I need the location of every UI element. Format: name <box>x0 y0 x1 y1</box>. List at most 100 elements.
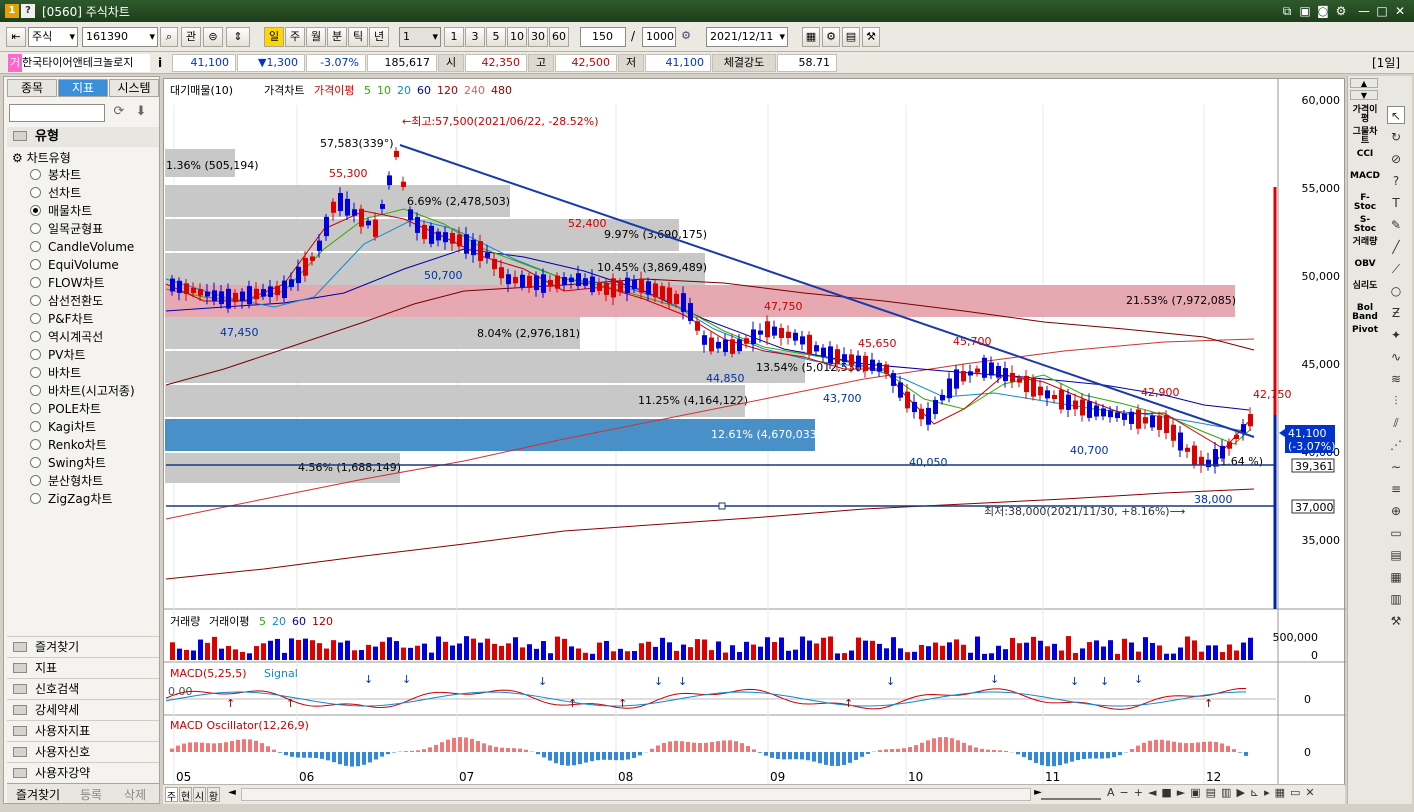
folder-item[interactable]: 사용자신호 <box>7 741 159 761</box>
stock-chart-svg[interactable]: 대기매물(10) 가격차트 가격이평 5 10 20 60 120 240 48060,00055… <box>164 79 1346 803</box>
quick-10-button[interactable]: 10 <box>507 27 527 47</box>
tab-favorites[interactable]: 즐겨찾기 <box>9 786 67 803</box>
chart-type-option[interactable]: 역시계곡선 <box>30 328 170 346</box>
erase-icon[interactable]: ⊘ <box>1387 150 1405 168</box>
camera-icon[interactable]: ◙ <box>1315 3 1331 19</box>
radio-icon[interactable] <box>30 277 41 288</box>
folder-item[interactable]: 사용자강약 <box>7 762 159 782</box>
count-input[interactable]: 150 <box>580 27 626 47</box>
gwan-button[interactable]: 관 <box>181 27 201 47</box>
period-week-button[interactable]: 주 <box>285 27 305 47</box>
pointer-icon[interactable]: ↖ <box>1387 106 1405 124</box>
chart-nav-icons[interactable]: A−+◄■►▣▤▥▶⊾▸▦▭✕ <box>1107 786 1343 803</box>
text-icon[interactable]: T <box>1387 194 1405 212</box>
date-select[interactable]: 2021/12/11 ▾ <box>706 27 788 47</box>
wave-icon[interactable]: ∿ <box>1387 348 1405 366</box>
settings-small-icon[interactable]: ⚙ <box>678 27 694 47</box>
chart-type-option[interactable]: Kagi차트 <box>30 418 170 436</box>
radio-icon[interactable] <box>30 187 41 198</box>
panel-icon[interactable]: ▥ <box>1387 590 1405 608</box>
chart-type-option[interactable]: EquiVolume <box>30 256 170 274</box>
tab-system[interactable]: 시스템 <box>109 79 159 97</box>
fan-icon[interactable]: ⋰ <box>1387 436 1405 454</box>
list-icon[interactable]: ▤ <box>1387 546 1405 564</box>
link-icon[interactable]: ⊜ <box>203 27 223 47</box>
scroll-left-icon[interactable]: ◄ <box>225 787 239 802</box>
period-tick-button[interactable]: 틱 <box>348 27 368 47</box>
table-icon[interactable]: ▦ <box>1387 568 1405 586</box>
tab-indicator[interactable]: 지표 <box>58 79 108 97</box>
bottom-tab-ju[interactable]: 주 <box>165 787 178 803</box>
scroll-up-icon[interactable]: ▲ <box>1350 78 1378 88</box>
quick-60-button[interactable]: 60 <box>549 27 569 47</box>
market-select[interactable]: 주식 ▾ <box>28 27 78 47</box>
quick-1-button[interactable]: 1 <box>444 27 464 47</box>
radio-icon[interactable] <box>30 439 41 450</box>
chart-type-option[interactable]: 선차트 <box>30 184 170 202</box>
chart-type-option[interactable]: 바차트 <box>30 364 170 382</box>
chart-type-option[interactable]: 봉차트 <box>30 166 170 184</box>
chart-type-option[interactable]: Swing차트 <box>30 454 170 472</box>
config-icon[interactable]: ⚙ <box>822 27 840 47</box>
bottom-tab-si[interactable]: 시 <box>193 787 206 803</box>
chart-area[interactable]: 대기매물(10) 가격차트 가격이평 5 10 20 60 120 240 480 60,000 55… <box>163 78 1346 803</box>
code-input[interactable]: 161390 ▾ <box>82 27 158 47</box>
target-icon[interactable]: ⊕ <box>1387 502 1405 520</box>
folder-item[interactable]: 지표 <box>7 657 159 677</box>
help-icon[interactable]: ? <box>1387 172 1405 190</box>
folder-item[interactable]: 신호검색 <box>7 678 159 698</box>
indicator-shortcut[interactable]: Bol Band <box>1350 304 1380 322</box>
box-icon[interactable]: ▭ <box>1387 524 1405 542</box>
chart-type-option[interactable]: FLOW차트 <box>30 274 170 292</box>
line-icon[interactable]: ╱ <box>1387 238 1405 256</box>
radio-icon[interactable] <box>30 457 41 468</box>
tools-icon[interactable]: ⚒ <box>862 27 880 47</box>
chart-type-option[interactable]: 매물차트 <box>30 202 170 220</box>
bottom-tab-hyeon[interactable]: 현 <box>179 787 192 803</box>
indicator-shortcut[interactable]: CCI <box>1350 150 1380 159</box>
radio-icon[interactable] <box>30 367 41 378</box>
radio-icon[interactable] <box>30 349 41 360</box>
quick-30-button[interactable]: 30 <box>528 27 548 47</box>
radio-icon[interactable] <box>30 169 41 180</box>
indicator-shortcut[interactable]: F-Stoc <box>1350 194 1380 212</box>
grid-icon[interactable]: ⫶ <box>1387 392 1405 410</box>
chart-type-option[interactable]: 바차트(시고저종) <box>30 382 170 400</box>
indicator-shortcut[interactable]: 그물차트 <box>1350 128 1380 146</box>
chart-setup-icon[interactable]: ▦ <box>802 27 820 47</box>
circle-icon[interactable]: ○ <box>1387 282 1405 300</box>
bottom-tab-hwang[interactable]: 황 <box>207 787 220 803</box>
radio-icon[interactable] <box>30 313 41 324</box>
chart-type-option[interactable]: CandleVolume <box>30 238 170 256</box>
download-icon[interactable]: ⬇ <box>132 104 150 122</box>
indicator-shortcut[interactable]: MACD <box>1350 172 1380 181</box>
chart-type-option[interactable]: PV차트 <box>30 346 170 364</box>
info-icon[interactable]: i <box>153 54 167 72</box>
period-month-button[interactable]: 월 <box>306 27 326 47</box>
folder-item[interactable]: 강세약세 <box>7 699 159 719</box>
star-icon[interactable]: ✦ <box>1387 326 1405 344</box>
maximize-icon[interactable]: □ <box>1374 3 1390 19</box>
quick-5-button[interactable]: 5 <box>486 27 506 47</box>
help-icon[interactable]: ? <box>21 4 35 18</box>
delete-button[interactable]: 삭제 <box>115 786 155 803</box>
total-input[interactable]: 1000 <box>642 27 676 47</box>
tools-icon[interactable]: ⚒ <box>1387 612 1405 630</box>
radio-icon[interactable] <box>30 331 41 342</box>
chart-type-option[interactable]: 일목균형표 <box>30 220 170 238</box>
folder-item[interactable]: 즐겨찾기 <box>7 636 159 656</box>
tree-root[interactable]: ⚙ 차트유형 <box>12 149 71 166</box>
minimize-icon[interactable]: — <box>1356 3 1372 19</box>
trend-icon[interactable]: ⟋ <box>1387 260 1405 278</box>
period-year-button[interactable]: 년 <box>369 27 389 47</box>
indicator-shortcut[interactable]: 심리도 <box>1350 282 1380 291</box>
lines-icon[interactable]: ≡ <box>1387 480 1405 498</box>
save-icon[interactable]: ▤ <box>842 27 860 47</box>
radio-icon[interactable] <box>30 205 41 216</box>
fib-icon[interactable]: ≋ <box>1387 370 1405 388</box>
indicator-shortcut[interactable]: S-Stoc <box>1350 216 1380 234</box>
radio-icon[interactable] <box>30 385 41 396</box>
gear-icon[interactable]: ⚙ <box>1333 3 1349 19</box>
radio-icon[interactable] <box>30 403 41 414</box>
chart-type-option[interactable]: P&F차트 <box>30 310 170 328</box>
